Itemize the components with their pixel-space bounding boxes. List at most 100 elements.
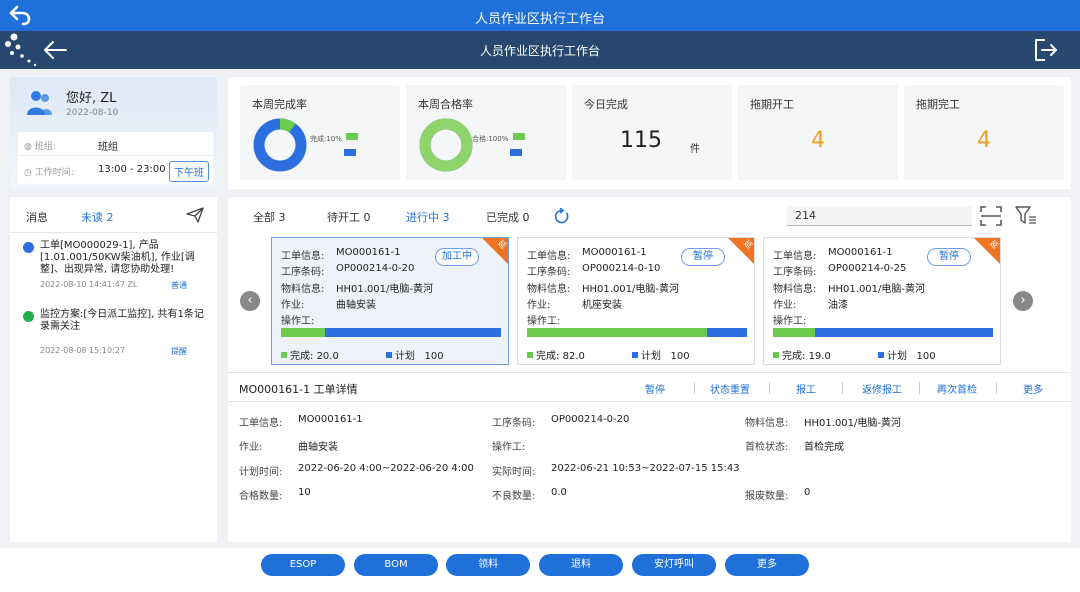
reinspect-button[interactable]: 再次首检 [937,381,977,396]
app-header: 人员作业区执行工作台 [0,31,1080,69]
legend-blue-swatch [510,149,522,156]
done-value: 82.0 [562,351,585,362]
plan-label: 计划 [641,351,661,362]
done-value: 20.0 [316,351,339,362]
order-label: 工单信息: [281,251,325,262]
search-input[interactable]: 214 [787,206,972,226]
detail-process-label: 工序条码: [492,418,536,429]
work-order-card[interactable]: 工单信息: MO000161-1 工序条码: OP000214-0-25 物料信息:… [763,237,1001,365]
message-tag: 普通 [171,281,187,290]
material-label: 物料信息: [527,284,571,295]
plan-value: 100 [424,351,444,362]
order-value: MO000161-1 [582,247,647,258]
kpi-week-pass: 本周合格率 合格:100% [406,85,566,180]
list-item[interactable]: 工单[MO000029-1], 产品[1.01.001/50KW柴油机], 作业… [10,240,217,300]
andon-call-button[interactable]: 安灯呼叫 [632,554,716,576]
process-value: OP000214-0-20 [336,263,415,274]
list-item[interactable]: 监控方案:[今日派工监控], 共有1条记录需关注 2022-08-08 15:1… [10,309,217,359]
legend-pass: 合格:100% [472,135,509,143]
tab-in-progress[interactable]: 进行中 3 [406,209,450,225]
plan-swatch [386,352,392,358]
pick-material-button[interactable]: 领料 [446,554,530,576]
donut-chart [419,118,473,172]
filter-icon[interactable] [1015,206,1037,226]
status-badge[interactable]: 加工中 [435,248,479,266]
detail-order-value: MO000161-1 [298,414,363,425]
messages-header: 消息 未读 2 [10,197,217,233]
detail-material-value: HH01.001/电脑-黄河 [804,418,902,429]
done-swatch [773,352,779,358]
detail-plan-time-label: 计划时间: [239,467,283,478]
tab-pending[interactable]: 待开工 0 [327,209,371,225]
status-badge[interactable]: 暂停 [927,248,971,266]
detail-title: MO000161-1 工单详情 [239,383,358,396]
process-value: OP000214-0-25 [828,263,907,274]
chevron-left-icon[interactable]: ‹ [240,291,260,311]
order-label: 工单信息: [773,251,817,262]
reset-status-button[interactable]: 状态重置 [710,381,750,396]
done-swatch [527,352,533,358]
kpi-delay-finish: 拖期完工 4 [904,85,1064,180]
work-order-card[interactable]: 工单信息: MO000161-1 工序条码: OP000214-0-10 物料信息:… [517,237,755,365]
plan-value: 100 [916,351,936,362]
plan-label: 计划 [887,351,907,362]
messages-panel: 消息 未读 2 工单[MO000029-1], 产品[1.01.001/50KW… [10,197,217,542]
bom-button[interactable]: BOM [354,554,438,576]
return-material-button[interactable]: 退料 [539,554,623,576]
rework-report-button[interactable]: 返修报工 [862,381,902,396]
more-button[interactable]: 更多 [725,554,809,576]
detail-actual-time-label: 实际时间: [492,467,536,478]
kpi-value: 115 [620,128,662,153]
more-actions-button[interactable]: 更多 [1023,381,1043,396]
report-button[interactable]: 报工 [796,381,816,396]
esop-button[interactable]: ESOP [261,554,345,576]
order-value: MO000161-1 [828,247,893,258]
divider [919,382,920,394]
donut-legend: 完成:10% [310,133,361,144]
scan-icon[interactable] [980,206,1002,226]
work-orders-panel: 全部 3 待开工 0 进行中 3 已完成 0 214 ‹ › 工单信息: MO00… [228,197,1071,542]
kpi-delay-start: 拖期开工 4 [738,85,898,180]
logout-icon[interactable] [1032,37,1058,63]
legend-completed: 完成:10% [310,135,342,143]
unread-tab[interactable]: 未读 2 [81,209,114,225]
chevron-right-icon[interactable]: › [1013,291,1033,311]
kpi-title: 拖期开工 [750,98,794,111]
messages-title: 消息 [26,211,48,224]
detail-material-label: 物料信息: [745,418,789,429]
work-order-card[interactable]: 工单信息: MO000161-1 工序条码: OP000214-0-20 物料信息:… [271,237,509,365]
plan-legend: 计划 100 [878,347,936,362]
material-value: HH01.001/电脑-黄河 [828,284,926,295]
process-label: 工序条码: [281,267,325,278]
divider [769,382,770,394]
team-label-text: 班组: [34,142,56,152]
divider [996,382,997,394]
send-icon[interactable] [186,207,204,223]
pause-button[interactable]: 暂停 [645,381,665,396]
team-icon: ◍ [24,142,35,152]
material-label: 物料信息: [773,284,817,295]
kpi-week-completion: 本周完成率 完成:10% [240,85,400,180]
refresh-icon[interactable] [553,208,570,225]
divider [694,382,695,394]
worktime-value: 13:00 - 23:00 [98,164,166,175]
status-badge[interactable]: 暂停 [681,248,725,266]
info-check-icon [23,242,34,253]
worktime-row: ◷ 工作时间: 13:00 - 23:00 下午班 [18,158,213,182]
message-text: 工单[MO000029-1], 产品[1.01.001/50KW柴油机], 作业… [40,240,195,275]
done-swatch [281,352,287,358]
title-bar: 人员作业区执行工作台 [0,0,1080,31]
user-info: ◍ 班组: 班组 ◷ 工作时间: 13:00 - 23:00 下午班 [18,132,213,184]
legend-green-swatch [346,133,359,140]
message-time: 2022-08-10 14:41:47 ZL [40,280,138,289]
legend-green-swatch [512,133,525,140]
detail-pass-label: 合格数量: [239,491,283,502]
tab-completed[interactable]: 已完成 0 [486,209,530,225]
progress-fill [281,328,325,337]
done-legend: 完成: 82.0 [527,347,585,362]
tab-all[interactable]: 全部 3 [253,209,286,225]
message-tag: 提醒 [171,347,187,356]
shift-button[interactable]: 下午班 [169,161,209,182]
kpi-title: 本周合格率 [418,98,473,111]
donut-pass-arc [419,118,473,172]
